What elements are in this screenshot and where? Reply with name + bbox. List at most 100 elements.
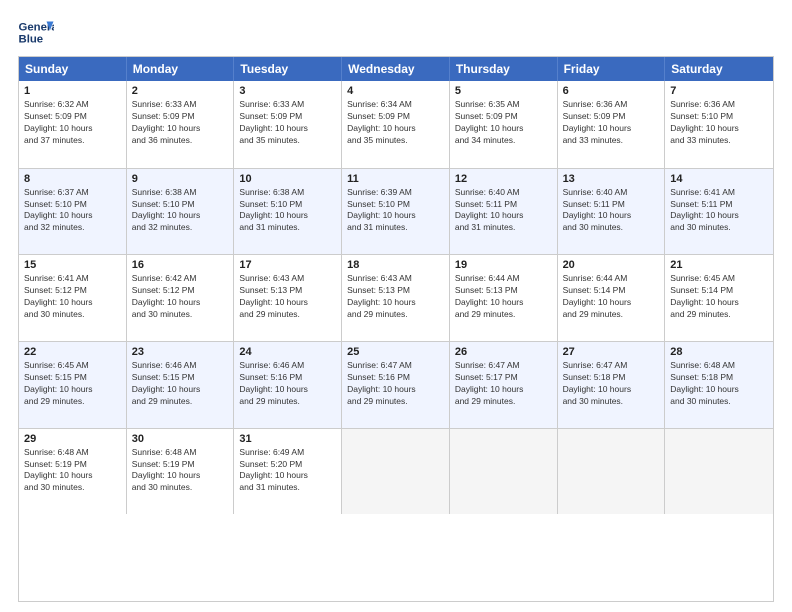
day-info: Sunrise: 6:38 AM Sunset: 5:10 PM Dayligh… <box>239 187 336 235</box>
day-info: Sunrise: 6:44 AM Sunset: 5:14 PM Dayligh… <box>563 273 660 321</box>
calendar-body: 1 Sunrise: 6:32 AM Sunset: 5:09 PM Daylig… <box>19 81 773 601</box>
day-number: 14 <box>670 173 768 185</box>
empty-cell <box>450 429 558 515</box>
day-number: 10 <box>239 173 336 185</box>
day-cell-29: 29Sunrise: 6:48 AM Sunset: 5:19 PM Dayli… <box>19 429 127 515</box>
day-cell-25: 25 Sunrise: 6:47 AM Sunset: 5:16 PM Dayli… <box>342 342 450 428</box>
day-info: Sunrise: 6:34 AM Sunset: 5:09 PM Dayligh… <box>347 99 444 147</box>
day-cell-12: 12 Sunrise: 6:40 AM Sunset: 5:11 PM Dayli… <box>450 169 558 255</box>
day-number: 1 <box>24 85 121 97</box>
day-cell-10: 10 Sunrise: 6:38 AM Sunset: 5:10 PM Dayli… <box>234 169 342 255</box>
day-cell-30: 30 Sunrise: 6:48 AM Sunset: 5:19 PM Dayli… <box>127 429 235 515</box>
day-info: Sunrise: 6:40 AM Sunset: 5:11 PM Dayligh… <box>455 187 552 235</box>
week-row-4: 22 Sunrise: 6:45 AM Sunset: 5:15 PM Dayli… <box>19 341 773 428</box>
day-info: Sunrise: 6:47 AM Sunset: 5:18 PM Dayligh… <box>563 360 660 408</box>
header: General Blue <box>18 18 774 46</box>
day-cell-18: 18 Sunrise: 6:43 AM Sunset: 5:13 PM Dayli… <box>342 255 450 341</box>
day-number: 23 <box>132 346 229 358</box>
day-info: Sunrise: 6:48 AM Sunset: 5:19 PM Dayligh… <box>132 447 229 495</box>
day-cell-15: 15Sunrise: 6:41 AM Sunset: 5:12 PM Dayli… <box>19 255 127 341</box>
week-row-1: 1 Sunrise: 6:32 AM Sunset: 5:09 PM Daylig… <box>19 81 773 168</box>
day-info: Sunrise: 6:36 AM Sunset: 5:10 PM Dayligh… <box>670 99 768 147</box>
day-info: Sunrise: 6:46 AM Sunset: 5:16 PM Dayligh… <box>239 360 336 408</box>
day-info: Sunrise: 6:33 AM Sunset: 5:09 PM Dayligh… <box>239 99 336 147</box>
day-number: 24 <box>239 346 336 358</box>
day-number: 16 <box>132 259 229 271</box>
day-cell-24: 24 Sunrise: 6:46 AM Sunset: 5:16 PM Dayli… <box>234 342 342 428</box>
day-cell-31: 31 Sunrise: 6:49 AM Sunset: 5:20 PM Dayli… <box>234 429 342 515</box>
day-number: 28 <box>670 346 768 358</box>
day-cell-4: 4Sunrise: 6:34 AM Sunset: 5:09 PM Daylig… <box>342 81 450 168</box>
day-info: Sunrise: 6:38 AM Sunset: 5:10 PM Dayligh… <box>132 187 229 235</box>
day-cell-17: 17 Sunrise: 6:43 AM Sunset: 5:13 PM Dayli… <box>234 255 342 341</box>
day-number: 6 <box>563 85 660 97</box>
day-cell-6: 6 Sunrise: 6:36 AM Sunset: 5:09 PM Daylig… <box>558 81 666 168</box>
day-info: Sunrise: 6:45 AM Sunset: 5:15 PM Dayligh… <box>24 360 121 408</box>
svg-text:Blue: Blue <box>19 34 44 46</box>
day-info: Sunrise: 6:43 AM Sunset: 5:13 PM Dayligh… <box>239 273 336 321</box>
day-number: 17 <box>239 259 336 271</box>
day-cell-22: 22 Sunrise: 6:45 AM Sunset: 5:15 PM Dayli… <box>19 342 127 428</box>
day-info: Sunrise: 6:46 AM Sunset: 5:15 PM Dayligh… <box>132 360 229 408</box>
day-cell-23: 23 Sunrise: 6:46 AM Sunset: 5:15 PM Dayli… <box>127 342 235 428</box>
header-cell-saturday: Saturday <box>665 57 773 81</box>
day-number: 7 <box>670 85 768 97</box>
day-info: Sunrise: 6:47 AM Sunset: 5:17 PM Dayligh… <box>455 360 552 408</box>
day-info: Sunrise: 6:33 AM Sunset: 5:09 PM Dayligh… <box>132 99 229 147</box>
day-cell-2: 2Sunrise: 6:33 AM Sunset: 5:09 PM Daylig… <box>127 81 235 168</box>
empty-cell <box>558 429 666 515</box>
day-info: Sunrise: 6:40 AM Sunset: 5:11 PM Dayligh… <box>563 187 660 235</box>
day-cell-27: 27 Sunrise: 6:47 AM Sunset: 5:18 PM Dayli… <box>558 342 666 428</box>
day-info: Sunrise: 6:36 AM Sunset: 5:09 PM Dayligh… <box>563 99 660 147</box>
day-number: 25 <box>347 346 444 358</box>
day-info: Sunrise: 6:39 AM Sunset: 5:10 PM Dayligh… <box>347 187 444 235</box>
day-cell-8: 8Sunrise: 6:37 AM Sunset: 5:10 PM Daylig… <box>19 169 127 255</box>
day-info: Sunrise: 6:32 AM Sunset: 5:09 PM Dayligh… <box>24 99 121 147</box>
day-cell-26: 26 Sunrise: 6:47 AM Sunset: 5:17 PM Dayli… <box>450 342 558 428</box>
week-row-3: 15Sunrise: 6:41 AM Sunset: 5:12 PM Dayli… <box>19 254 773 341</box>
day-number: 26 <box>455 346 552 358</box>
day-info: Sunrise: 6:41 AM Sunset: 5:11 PM Dayligh… <box>670 187 768 235</box>
header-cell-friday: Friday <box>558 57 666 81</box>
day-cell-9: 9 Sunrise: 6:38 AM Sunset: 5:10 PM Daylig… <box>127 169 235 255</box>
calendar: SundayMondayTuesdayWednesdayThursdayFrid… <box>18 56 774 602</box>
day-number: 20 <box>563 259 660 271</box>
day-cell-14: 14 Sunrise: 6:41 AM Sunset: 5:11 PM Dayli… <box>665 169 773 255</box>
day-cell-3: 3Sunrise: 6:33 AM Sunset: 5:09 PM Daylig… <box>234 81 342 168</box>
day-number: 15 <box>24 259 121 271</box>
logo: General Blue <box>18 18 54 46</box>
header-cell-sunday: Sunday <box>19 57 127 81</box>
day-number: 13 <box>563 173 660 185</box>
header-cell-tuesday: Tuesday <box>234 57 342 81</box>
day-cell-20: 20 Sunrise: 6:44 AM Sunset: 5:14 PM Dayli… <box>558 255 666 341</box>
week-row-2: 8Sunrise: 6:37 AM Sunset: 5:10 PM Daylig… <box>19 168 773 255</box>
day-cell-13: 13 Sunrise: 6:40 AM Sunset: 5:11 PM Dayli… <box>558 169 666 255</box>
day-number: 29 <box>24 433 121 445</box>
day-info: Sunrise: 6:37 AM Sunset: 5:10 PM Dayligh… <box>24 187 121 235</box>
day-cell-16: 16Sunrise: 6:42 AM Sunset: 5:12 PM Dayli… <box>127 255 235 341</box>
day-cell-11: 11Sunrise: 6:39 AM Sunset: 5:10 PM Dayli… <box>342 169 450 255</box>
day-number: 31 <box>239 433 336 445</box>
day-number: 12 <box>455 173 552 185</box>
day-number: 18 <box>347 259 444 271</box>
header-cell-monday: Monday <box>127 57 235 81</box>
day-info: Sunrise: 6:43 AM Sunset: 5:13 PM Dayligh… <box>347 273 444 321</box>
page: General Blue SundayMondayTuesdayWednesda… <box>0 0 792 612</box>
day-number: 27 <box>563 346 660 358</box>
empty-cell <box>665 429 773 515</box>
day-info: Sunrise: 6:48 AM Sunset: 5:18 PM Dayligh… <box>670 360 768 408</box>
day-info: Sunrise: 6:47 AM Sunset: 5:16 PM Dayligh… <box>347 360 444 408</box>
day-info: Sunrise: 6:44 AM Sunset: 5:13 PM Dayligh… <box>455 273 552 321</box>
empty-cell <box>342 429 450 515</box>
day-number: 22 <box>24 346 121 358</box>
day-cell-5: 5Sunrise: 6:35 AM Sunset: 5:09 PM Daylig… <box>450 81 558 168</box>
day-number: 30 <box>132 433 229 445</box>
day-number: 19 <box>455 259 552 271</box>
logo-icon: General Blue <box>18 18 54 46</box>
day-number: 9 <box>132 173 229 185</box>
day-number: 5 <box>455 85 552 97</box>
day-info: Sunrise: 6:45 AM Sunset: 5:14 PM Dayligh… <box>670 273 768 321</box>
day-info: Sunrise: 6:49 AM Sunset: 5:20 PM Dayligh… <box>239 447 336 495</box>
week-row-5: 29 Sunrise: 6:48 AM Sunset: 5:19 PM Dayli… <box>19 428 773 515</box>
day-cell-28: 28 Sunrise: 6:48 AM Sunset: 5:18 PM Dayli… <box>665 342 773 428</box>
